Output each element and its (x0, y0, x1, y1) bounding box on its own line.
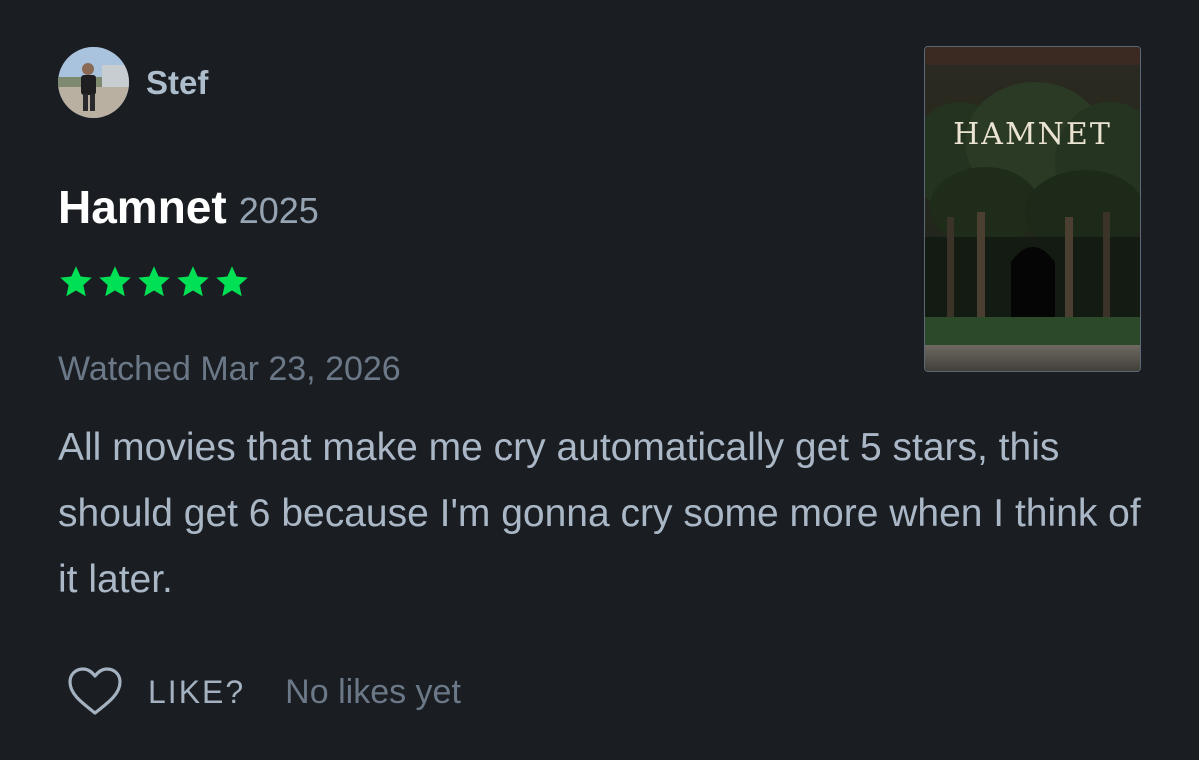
film-year[interactable]: 2025 (239, 190, 319, 232)
like-row: LIKE? No likes yet (66, 666, 461, 718)
likes-count: No likes yet (285, 672, 461, 711)
watched-date: Watched Mar 23, 2026 (58, 350, 401, 388)
star-icon (216, 266, 248, 297)
star-icon (177, 266, 209, 297)
author-avatar[interactable] (58, 47, 129, 118)
review-text: All movies that make me cry automaticall… (58, 426, 1141, 601)
poster-artwork (925, 47, 1140, 371)
review-author[interactable]: Stef (58, 47, 208, 118)
film-poster[interactable]: HAMNET (924, 46, 1141, 372)
film-title[interactable]: Hamnet (58, 180, 227, 234)
author-name[interactable]: Stef (146, 64, 208, 102)
review-page: Stef Hamnet 2025 Watched Mar 23, 2026 Al… (0, 0, 1199, 760)
like-button[interactable]: LIKE? (66, 666, 245, 718)
like-label[interactable]: LIKE? (148, 674, 245, 711)
film-heading: Hamnet 2025 (58, 180, 319, 234)
heart-outline-icon[interactable] (66, 666, 124, 718)
poster-title: HAMNET (953, 117, 1112, 152)
star-rating (58, 264, 253, 300)
star-icon (138, 266, 170, 297)
star-icon (99, 266, 131, 297)
star-icon (60, 266, 92, 297)
